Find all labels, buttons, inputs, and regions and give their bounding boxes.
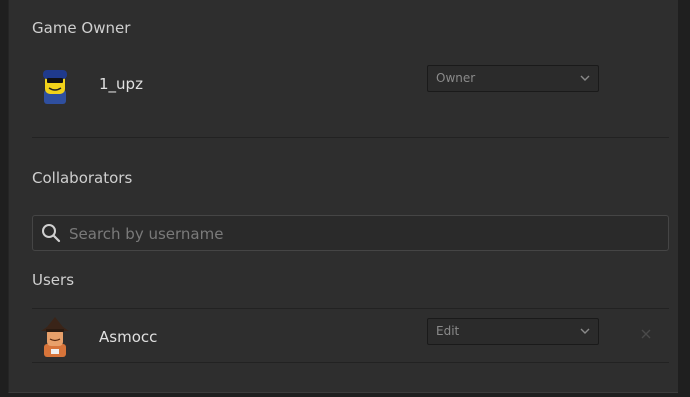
search-icon [42,224,61,243]
owner-avatar [33,62,77,106]
chevron-down-icon [580,75,590,81]
users-heading: Users [32,271,75,289]
user-avatar [33,315,77,359]
search-input[interactable] [67,222,651,246]
owner-username: 1_upz [99,75,143,93]
remove-user-close-icon[interactable] [639,327,653,341]
collaborator-search[interactable] [32,215,669,251]
section-divider [32,137,669,138]
user-username: Asmocc [99,328,158,346]
owner-role-value: Owner [436,71,476,85]
users-top-divider [32,308,669,309]
window-edge [678,0,690,397]
collaborators-heading: Collaborators [32,169,133,187]
user-permission-value: Edit [436,324,460,338]
collaborators-panel: Game Owner 1_upz Owner Collaborators Use… [8,0,679,393]
users-bottom-divider [32,362,669,363]
chevron-down-icon [580,328,590,334]
game-owner-heading: Game Owner [32,19,131,37]
user-avatar-icon [41,317,69,357]
owner-role-dropdown[interactable]: Owner [427,65,599,92]
owner-avatar-icon [43,70,67,104]
user-permission-dropdown[interactable]: Edit [427,318,599,345]
